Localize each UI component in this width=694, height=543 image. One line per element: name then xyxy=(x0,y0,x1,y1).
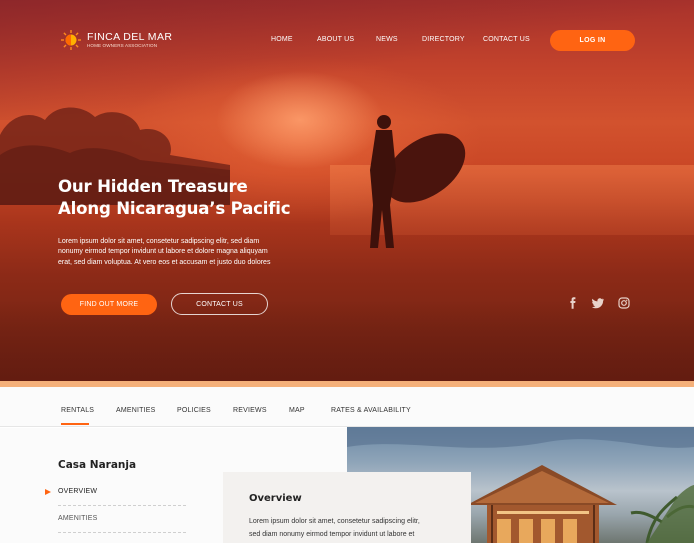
hero-title-line-1: Our Hidden Treasure xyxy=(58,177,248,196)
hero-text-line-3: erat, sed diam voluptua. At vero eos et … xyxy=(58,258,271,266)
nav-about-us[interactable]: ABOUT US xyxy=(317,36,354,43)
tab-amenities[interactable]: AMENITIES xyxy=(116,407,156,414)
hero-title: Our Hidden Treasure Along Nicaragua’s Pa… xyxy=(58,176,328,220)
active-item-arrow-icon xyxy=(45,489,51,495)
overview-text-line-1: Lorem ipsum dolor sit amet, consetetur s… xyxy=(249,518,420,525)
nav-contact-us[interactable]: CONTACT US xyxy=(483,36,530,43)
property-tabs: RENTALS AMENITIES POLICIES REVIEWS MAP R… xyxy=(0,387,694,427)
sidebar-item-overview[interactable]: OVERVIEW xyxy=(58,488,97,495)
nav-home[interactable]: HOME xyxy=(271,36,293,43)
tab-rates-availability[interactable]: RATES & AVAILABILITY xyxy=(331,407,411,414)
find-out-more-button[interactable]: FIND OUT MORE xyxy=(61,294,157,315)
nav-directory[interactable]: DIRECTORY xyxy=(422,36,465,43)
tab-reviews[interactable]: REVIEWS xyxy=(233,407,267,414)
tab-rentals[interactable]: RENTALS xyxy=(61,407,94,414)
hero-description: Lorem ipsum dolor sit amet, consetetur s… xyxy=(58,237,308,268)
overview-text-line-2: sed diam nonumy eirmod tempor invidunt u… xyxy=(249,531,415,539)
hero-title-line-2: Along Nicaragua’s Pacific xyxy=(58,199,291,218)
tab-policies[interactable]: POLICIES xyxy=(177,407,211,414)
active-tab-indicator xyxy=(61,423,89,425)
sidebar-divider xyxy=(58,505,186,506)
hero-section: FINCA DEL MAR HOME OWNERS ASSOCIATION HO… xyxy=(0,0,694,383)
twitter-icon[interactable] xyxy=(592,297,604,309)
tab-map[interactable]: MAP xyxy=(289,407,305,414)
facebook-icon[interactable] xyxy=(567,297,579,309)
hero-text-line-1: Lorem ipsum dolor sit amet, consetetur s… xyxy=(58,238,260,245)
hero-text-line-2: nonumy eirmod tempor invidunt ut labore … xyxy=(58,248,268,256)
surfer-silhouette xyxy=(370,115,466,248)
property-name: Casa Naranja xyxy=(58,459,137,471)
sidebar-item-amenities[interactable]: AMENITIES xyxy=(58,515,98,522)
overview-title: Overview xyxy=(249,493,302,504)
overview-text: Lorem ipsum dolor sit amet, consetetur s… xyxy=(249,515,454,542)
nav-news[interactable]: NEWS xyxy=(376,36,398,43)
sidebar-divider xyxy=(58,532,186,533)
instagram-icon[interactable] xyxy=(618,297,630,309)
login-button[interactable]: LOG IN xyxy=(550,30,635,51)
page: FINCA DEL MAR HOME OWNERS ASSOCIATION HO… xyxy=(0,0,694,543)
contact-us-button[interactable]: CONTACT US xyxy=(171,293,268,315)
